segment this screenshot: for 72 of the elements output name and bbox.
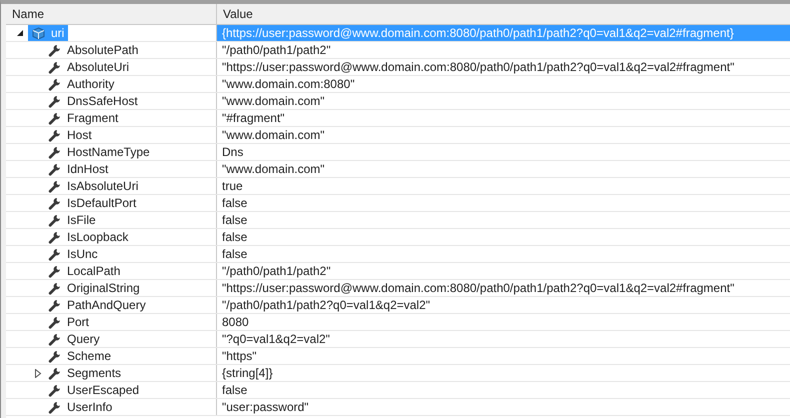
object-icon: [32, 26, 45, 40]
tree-item[interactable]: IsUnc: [44, 246, 102, 262]
wrench-icon: [48, 350, 61, 362]
wrench-icon: [48, 78, 61, 90]
tree-item[interactable]: Host: [44, 127, 96, 143]
wrench-icon: [48, 146, 61, 158]
wrench-icon: [48, 230, 61, 244]
wrench-icon: [48, 60, 61, 74]
tree-item[interactable]: Port: [44, 314, 94, 330]
tree-item[interactable]: Fragment: [44, 110, 122, 126]
tree-item[interactable]: Query: [44, 331, 104, 347]
tree-item[interactable]: Authority: [44, 76, 118, 92]
value-cell-text: false: [221, 212, 248, 228]
wrench-icon: [48, 400, 61, 414]
value-cell-text: false: [221, 195, 248, 211]
wrench-icon: [48, 332, 61, 346]
value-cell-text: "https://user:password@www.domain.com:8080/path0/path1/path2?q0=val1&q2=val2#fragment": [221, 59, 736, 75]
tree-item[interactable]: AbsolutePath: [44, 42, 142, 58]
value-cell-text: {string[4]}: [221, 365, 274, 381]
tree-item[interactable]: IsLoopback: [44, 229, 132, 245]
value-cell-text: "/path0/path1/path2?q0=val1&q2=val2": [221, 297, 432, 313]
value-cell-text: "www.domain.com:8080": [221, 76, 356, 92]
value-cell-text: "#fragment": [221, 110, 286, 126]
value-cell-text: "user:password": [221, 399, 310, 415]
wrench-icon: [48, 282, 61, 294]
wrench-icon: [48, 214, 61, 226]
wrench-icon: [48, 298, 61, 312]
value-cell-text: Dns: [221, 144, 244, 160]
tree-item[interactable]: IsDefaultPort: [44, 195, 140, 211]
value-cell-text: "www.domain.com": [221, 93, 326, 109]
column-header[interactable]: Value: [217, 4, 790, 24]
value-cell-text: "www.domain.com": [221, 161, 326, 177]
wrench-icon: [48, 44, 61, 56]
tree-item[interactable]: UserEscaped: [44, 382, 144, 398]
tree-item[interactable]: UserInfo: [44, 399, 116, 415]
tree-item[interactable]: HostNameType: [44, 144, 154, 160]
value-cell-text: "www.domain.com": [221, 127, 326, 143]
wrench-icon: [48, 366, 61, 380]
value-cell-text: false: [221, 229, 248, 245]
tree-item[interactable]: LocalPath: [44, 263, 124, 279]
tree-item[interactable]: Segments: [44, 365, 126, 381]
value-cell-text: 8080: [221, 314, 250, 330]
value-cell: {https://user:password@www.domain.com:8080/path0/path1/path2?q0=val1&q2=val2#fragment}: [217, 25, 790, 41]
column-header[interactable]: Name: [6, 4, 217, 24]
value-cell-text: "https": [221, 348, 258, 364]
wrench-icon: [48, 264, 61, 278]
expand-arrow-icon[interactable]: [16, 29, 24, 37]
value-cell-text: "?q0=val1&q2=val2": [221, 331, 331, 347]
tree-item[interactable]: IsFile: [44, 212, 100, 228]
tree-item[interactable]: DnsSafeHost: [44, 93, 142, 109]
value-cell-text: "/path0/path1/path2": [221, 42, 332, 58]
tree-item[interactable]: IsAbsoluteUri: [44, 178, 142, 194]
wrench-icon: [48, 248, 61, 260]
wrench-icon: [48, 180, 61, 192]
tree-item[interactable]: OriginalString: [44, 280, 144, 296]
value-cell-text: false: [221, 246, 248, 262]
wrench-icon: [48, 128, 61, 142]
tree-item[interactable]: Scheme: [44, 348, 116, 364]
value-cell-text: false: [221, 382, 248, 398]
wrench-icon: [48, 162, 61, 176]
wrench-icon: [48, 384, 61, 396]
value-cell-text: true: [221, 178, 244, 194]
tree-item[interactable]: AbsoluteUri: [44, 59, 134, 75]
wrench-icon: [48, 316, 61, 328]
tree-item[interactable]: IdnHost: [44, 161, 112, 177]
tree-item[interactable]: PathAndQuery: [44, 297, 150, 313]
wrench-icon: [48, 94, 61, 108]
wrench-icon: [48, 196, 61, 210]
value-cell-text: "/path0/path1/path2": [221, 263, 332, 279]
wrench-icon: [48, 112, 61, 124]
value-cell-text: "https://user:password@www.domain.com:8080/path0/path1/path2?q0=val1&q2=val2#fragment": [221, 280, 736, 296]
expand-arrow-icon[interactable]: [34, 369, 42, 378]
